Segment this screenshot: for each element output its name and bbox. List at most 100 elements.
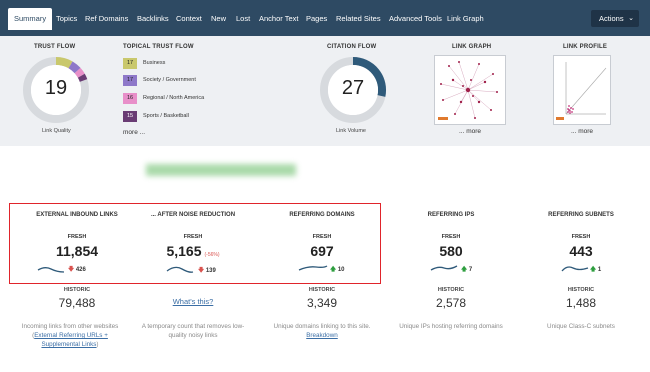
- actions-label: Actions: [599, 14, 624, 23]
- fresh-label: FRESH: [312, 234, 332, 240]
- sparkline: [166, 266, 194, 273]
- trust-flow-title: TRUST FLOW: [34, 44, 76, 50]
- delta: 🡅 1: [590, 265, 601, 275]
- blurred-domain-heading: [146, 164, 296, 176]
- fresh-label: FRESH: [183, 234, 203, 240]
- external-inbound-links-title: EXTERNAL INBOUND LINKS: [36, 212, 118, 218]
- tab-pages[interactable]: Pages: [306, 8, 327, 30]
- topical-more-link[interactable]: more ...: [123, 129, 145, 136]
- fresh-value: 697: [310, 243, 334, 259]
- arrow-up-icon: 🡅: [330, 267, 337, 273]
- link-profile-image: [556, 62, 607, 120]
- tab-summary[interactable]: Summary: [8, 8, 53, 30]
- top-navigation: Summary Topics Ref Domains Backlinks Con…: [0, 0, 650, 36]
- description: Unique Class-C subnets: [547, 323, 615, 330]
- description: Incoming links from other websites (Exte…: [15, 322, 125, 349]
- summary-panel: TRUST FLOW 19 Link Quality TOPICAL TRUST…: [0, 36, 650, 146]
- arrow-up-icon: 🡅: [461, 267, 468, 273]
- link-graph-image: [438, 61, 498, 120]
- delta-value: 10: [337, 267, 345, 273]
- arrow-down-icon: 🡇: [198, 268, 205, 274]
- whats-this-link[interactable]: What's this?: [130, 297, 256, 306]
- delta-value: 1: [597, 267, 602, 273]
- sparkline: [37, 267, 65, 273]
- tab-context[interactable]: Context: [176, 8, 202, 30]
- fresh-value: 5,165: [166, 243, 202, 259]
- tab-link-graph[interactable]: Link Graph: [447, 8, 484, 30]
- topic-row: 17 Society / Government: [123, 75, 243, 86]
- tab-lost[interactable]: Lost: [236, 8, 250, 30]
- topic-name[interactable]: Business: [143, 58, 165, 69]
- breakdown-link[interactable]: Breakdown: [306, 332, 338, 339]
- description: Unique domains linking to this site. Bre…: [269, 322, 375, 340]
- historic-label: HISTORIC: [308, 287, 336, 293]
- fresh-label: FRESH: [67, 234, 87, 240]
- link-graph-more-link[interactable]: ... more: [459, 128, 481, 135]
- historic-label: HISTORIC: [567, 287, 595, 293]
- topic-row: 17 Business: [123, 58, 243, 69]
- delta-value: 7: [468, 267, 473, 273]
- historic-value: 2,578: [435, 296, 467, 310]
- fresh-value: 443: [569, 243, 593, 259]
- delta: 🡅 7: [461, 265, 472, 275]
- historic-value: 3,349: [306, 296, 338, 310]
- tab-ref-domains[interactable]: Ref Domains: [85, 8, 128, 30]
- delta-value: 139: [205, 268, 216, 274]
- historic-value: 1,488: [565, 296, 597, 310]
- citation-flow-value: 27: [341, 77, 365, 99]
- historic-label: HISTORIC: [437, 287, 465, 293]
- tab-anchor-text[interactable]: Anchor Text: [259, 8, 298, 30]
- delta: 🡇 426: [68, 265, 86, 275]
- link-graph-title: LINK GRAPH: [452, 44, 492, 50]
- description: A temporary count that removes low-quali…: [141, 323, 245, 339]
- topic-name[interactable]: Sports / Basketball: [143, 111, 189, 122]
- topical-trust-flow-title: TOPICAL TRUST FLOW: [123, 44, 194, 50]
- delta-value: 426: [75, 267, 86, 273]
- link-profile-title: LINK PROFILE: [563, 44, 608, 50]
- topic-name[interactable]: Society / Government: [143, 75, 196, 86]
- tab-advanced-tools[interactable]: Advanced Tools: [389, 8, 442, 30]
- link-profile-more-link[interactable]: ... more: [571, 128, 593, 135]
- topic-row: 16 Regional / North America: [123, 93, 243, 104]
- description-text: Unique domains linking to this site.: [273, 323, 371, 330]
- fresh-label: FRESH: [571, 234, 591, 240]
- link-graph-thumbnail[interactable]: [434, 55, 506, 125]
- fresh-value: 580: [439, 243, 463, 259]
- topic-score-badge: 17: [123, 58, 137, 69]
- historic-value: 79,488: [58, 296, 96, 310]
- referring-subnets-title: REFERRING SUBNETS: [548, 212, 614, 218]
- fresh-value: 11,854: [55, 243, 99, 259]
- trust-flow-caption: Link Quality: [42, 128, 71, 134]
- tab-topics[interactable]: Topics: [56, 8, 77, 30]
- arrow-up-icon: 🡅: [590, 267, 597, 273]
- referring-ips-title: REFERRING IPS: [427, 212, 475, 218]
- arrow-down-icon: 🡇: [68, 267, 75, 273]
- topic-score-badge: 15: [123, 111, 137, 122]
- topic-name[interactable]: Regional / North America: [143, 93, 204, 104]
- description: Unique IPs hosting referring domains: [399, 323, 503, 330]
- tab-backlinks[interactable]: Backlinks: [137, 8, 169, 30]
- citation-flow-caption: Link Volume: [336, 128, 366, 134]
- delta: 🡇 139: [198, 266, 216, 276]
- referring-domains-title: REFERRING DOMAINS: [289, 212, 355, 218]
- after-noise-reduction-title: ... AFTER NOISE REDUCTION: [150, 212, 236, 218]
- sparkline: [561, 266, 589, 272]
- citation-flow-title: CITATION FLOW: [327, 44, 377, 50]
- trust-flow-value: 19: [44, 77, 68, 99]
- historic-label: HISTORIC: [63, 287, 91, 293]
- topic-row: 15 Sports / Basketball: [123, 111, 243, 122]
- link-profile-thumbnail[interactable]: [553, 55, 611, 125]
- tab-new[interactable]: New: [211, 8, 226, 30]
- sparkline: [298, 265, 328, 271]
- actions-button[interactable]: Actions ⌄: [591, 10, 639, 27]
- percent-change: (-56%): [204, 252, 220, 258]
- tab-related-sites[interactable]: Related Sites: [336, 8, 381, 30]
- fresh-value-wrap: 5,165 (-56%): [130, 243, 256, 259]
- sparkline: [430, 265, 458, 271]
- delta: 🡅 10: [330, 265, 345, 275]
- chevron-down-icon: ⌄: [628, 15, 634, 22]
- topic-score-badge: 16: [123, 93, 137, 104]
- fresh-label: FRESH: [441, 234, 461, 240]
- description-end: ): [96, 341, 99, 348]
- topic-score-badge: 17: [123, 75, 137, 86]
